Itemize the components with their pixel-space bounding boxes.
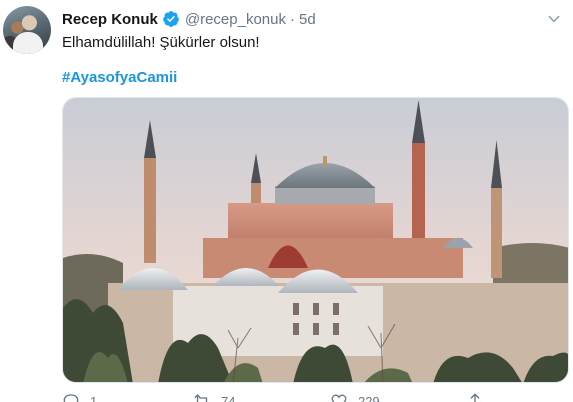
retweet-icon (194, 394, 208, 402)
share-icon (468, 393, 482, 402)
hagia-sophia-photo (63, 98, 568, 382)
reply-count: 1 (90, 393, 98, 402)
heart-icon (331, 394, 347, 402)
tweet-actions: 1 74 229 (62, 392, 569, 402)
timestamp[interactable]: 5d (299, 11, 316, 28)
avatar[interactable] (3, 6, 51, 54)
retweet-button[interactable]: 74 (193, 392, 235, 402)
display-name[interactable]: Recep Konuk (62, 11, 158, 28)
share-button[interactable] (466, 392, 484, 402)
tweet-photo[interactable] (62, 97, 569, 383)
reply-button[interactable]: 1 (62, 392, 97, 402)
hashtag-link[interactable]: #AyasofyaCamii (62, 68, 177, 88)
tweet-text: Elhamdülillah! Şükürler olsun! (62, 34, 260, 51)
like-button[interactable]: 229 (330, 392, 380, 402)
verified-badge-icon (162, 10, 180, 28)
like-count: 229 (358, 393, 380, 402)
separator-dot: · (289, 10, 295, 28)
reply-icon (63, 394, 79, 402)
tweet-header: Recep Konuk @recep_konuk · 5d (62, 9, 316, 29)
tweet[interactable]: Recep Konuk @recep_konuk · 5d Elhamdülil… (0, 0, 573, 402)
user-handle[interactable]: @recep_konuk (185, 11, 286, 28)
chevron-down-icon[interactable] (547, 12, 561, 26)
retweet-count: 74 (221, 393, 236, 402)
